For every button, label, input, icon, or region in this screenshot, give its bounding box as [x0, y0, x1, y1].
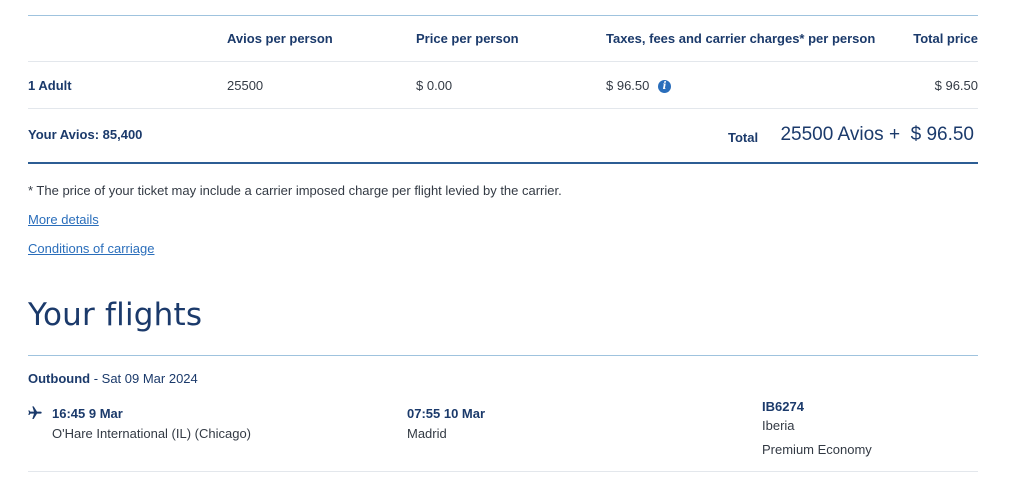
segment-divider — [28, 471, 978, 472]
outbound-line: Outbound - Sat 09 Mar 2024 — [28, 371, 198, 386]
taxes-value: $ 96.50 — [606, 78, 650, 93]
summary-divider — [28, 162, 978, 164]
cabin-class: Premium Economy — [762, 442, 872, 457]
header-taxes-per-person: Taxes, fees and carrier charges* per per… — [606, 31, 876, 46]
row-divider — [28, 108, 978, 109]
your-flights-heading: Your flights — [28, 297, 203, 333]
airline-name: Iberia — [762, 418, 795, 433]
grand-total: 25500 Avios + $ 96.50 — [780, 124, 974, 145]
arrival-time: 07:55 10 Mar — [407, 406, 486, 421]
conditions-of-carriage-link[interactable]: Conditions of carriage — [28, 241, 154, 256]
total-price-value: $ 96.50 — [934, 78, 978, 93]
more-details-link[interactable]: More details — [28, 212, 99, 227]
outbound-date: - Sat 09 Mar 2024 — [90, 371, 198, 386]
header-price-per-person: Price per person — [416, 31, 519, 46]
top-divider — [28, 15, 978, 16]
flights-divider — [28, 355, 978, 356]
flight-number: IB6274 — [762, 399, 804, 414]
header-avios-per-person: Avios per person — [227, 31, 333, 46]
departure-airport: O'Hare International (IL) (Chicago) — [52, 426, 252, 441]
carrier-charge-footnote: * The price of your ticket may include a… — [28, 183, 562, 198]
price-value: $ 0.00 — [416, 78, 453, 93]
total-label: Total — [728, 130, 759, 145]
passenger-type: 1 Adult — [28, 78, 72, 93]
your-avios-balance: Your Avios: 85,400 — [28, 127, 143, 142]
departure-time: 16:45 9 Mar — [52, 406, 123, 421]
avios-value: 25500 — [227, 78, 264, 93]
header-total-price: Total price — [913, 31, 978, 46]
header-divider — [28, 61, 978, 62]
outbound-label: Outbound — [28, 371, 91, 386]
plane-icon — [27, 405, 43, 421]
arrival-airport: Madrid — [407, 426, 447, 441]
info-icon[interactable]: i — [658, 80, 671, 93]
